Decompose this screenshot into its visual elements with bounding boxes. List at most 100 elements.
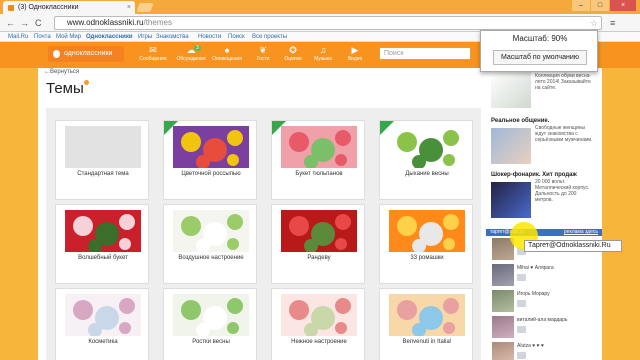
friend-item[interactable]: Mihai ♥ Алярага bbox=[492, 264, 598, 286]
theme-label: Волшебный букет bbox=[78, 255, 128, 261]
site-search-input[interactable]: Поиск bbox=[379, 47, 471, 60]
friend-name[interactable]: Игорь Морару bbox=[517, 291, 550, 297]
window-controls: – □ × bbox=[572, 0, 636, 11]
avatar[interactable] bbox=[492, 264, 514, 286]
friend-item[interactable]: виталий-ала мардарь bbox=[492, 316, 598, 338]
friend-item[interactable]: Alutza ♥ ♥ ♥ bbox=[492, 342, 598, 360]
theme-preview-image bbox=[281, 294, 357, 336]
theme-label: Ростки весны bbox=[192, 339, 230, 345]
nav-label: Музыка bbox=[314, 56, 332, 62]
portal-link[interactable]: Почта bbox=[34, 34, 51, 40]
theme-label: Цветочной россыпью bbox=[181, 171, 241, 177]
theme-label: Рандеву bbox=[307, 255, 331, 261]
ad-text: 20 000 вольт. Металлический корпус. Даль… bbox=[535, 179, 590, 203]
theme-card[interactable]: Косметика bbox=[55, 288, 149, 360]
theme-label: Косметика bbox=[88, 339, 118, 345]
friend-item[interactable]: Игорь Морару bbox=[492, 290, 598, 312]
ad-block[interactable]: Реальное общение. Свободные женщины ждут … bbox=[491, 118, 595, 143]
right-column: таргет@mail.ru реклама здесь Коллекция о… bbox=[486, 68, 602, 360]
theme-preview-image bbox=[173, 294, 249, 336]
ad-title: Шокер-фонарик. Хит продаж bbox=[491, 172, 577, 178]
portal-link[interactable]: Одноклассники bbox=[86, 34, 133, 40]
nav-label: Оповещения bbox=[212, 56, 242, 62]
message-icon[interactable] bbox=[517, 326, 526, 333]
ok-favicon-icon bbox=[8, 4, 14, 11]
ad-text: Коллекция обуви весна-лето 2014! Заказыв… bbox=[535, 73, 592, 91]
theme-card[interactable]: Дыхание весны bbox=[379, 120, 473, 200]
nav-notifications[interactable]: ♠ Оповещения bbox=[212, 45, 242, 62]
ad-footer-right[interactable]: реклама здесь bbox=[564, 229, 598, 236]
portal-link[interactable]: Все проекты bbox=[252, 34, 287, 40]
avatar[interactable] bbox=[492, 290, 514, 312]
forward-button[interactable]: → bbox=[20, 18, 29, 28]
maximize-button[interactable]: □ bbox=[591, 0, 609, 11]
portal-link[interactable]: Мой Мир bbox=[56, 34, 81, 40]
nav-discussions[interactable]: ☁ 3 Обсуждения bbox=[176, 45, 206, 62]
back-button[interactable]: ← bbox=[6, 18, 15, 28]
tab-close-icon[interactable]: × bbox=[127, 4, 131, 11]
theme-card[interactable]: Нежное настроение bbox=[271, 288, 365, 360]
theme-card[interactable]: Стандартная тема bbox=[55, 120, 149, 200]
minimize-button[interactable]: – bbox=[572, 0, 590, 11]
title-dot-icon bbox=[84, 80, 89, 85]
theme-card[interactable]: Цветочной россыпью bbox=[163, 120, 257, 200]
page-title: Темы bbox=[46, 80, 84, 97]
reset-zoom-button[interactable]: Масштаб по умолчанию bbox=[493, 50, 587, 65]
nav-music[interactable]: ♫ Музыка bbox=[308, 45, 338, 62]
zoom-popup: Масштаб: 90% Масштаб по умолчанию bbox=[480, 30, 598, 72]
new-ribbon-icon bbox=[164, 121, 178, 135]
portal-link[interactable]: Mail.Ru bbox=[8, 34, 28, 40]
reload-button[interactable]: C bbox=[35, 18, 42, 28]
portal-link[interactable]: Поиск bbox=[228, 34, 245, 40]
url-host: www.odnoklassniki.ru bbox=[67, 18, 144, 27]
friend-name[interactable]: виталий-ала мардарь bbox=[517, 317, 567, 323]
nav-video[interactable]: ▶ Видео bbox=[340, 45, 370, 62]
portal-link[interactable]: Новости bbox=[198, 34, 221, 40]
theme-card[interactable]: Воздушное настроение bbox=[163, 204, 257, 284]
theme-card[interactable]: Волшебный букет bbox=[55, 204, 149, 284]
back-link[interactable]: ←Вернуться bbox=[44, 69, 79, 75]
portal-link[interactable]: Игры bbox=[138, 34, 152, 40]
nav-label: Видео bbox=[347, 56, 363, 62]
portal-link[interactable]: Знакомства bbox=[156, 34, 189, 40]
bookmark-star-icon[interactable]: ☆ bbox=[590, 17, 598, 29]
new-ribbon-icon bbox=[380, 121, 394, 135]
theme-preview-image bbox=[389, 210, 465, 252]
nav-guests[interactable]: ❦ Гости bbox=[248, 45, 278, 62]
message-icon[interactable] bbox=[517, 274, 526, 281]
theme-card[interactable]: 33 ромашки bbox=[379, 204, 473, 284]
friend-name[interactable]: Mihai ♥ Алярага bbox=[517, 265, 554, 271]
theme-label: Стандартная тема bbox=[77, 171, 129, 177]
theme-card[interactable]: Рандеву bbox=[271, 204, 365, 284]
theme-card[interactable]: Букет тюльпанов bbox=[271, 120, 365, 200]
address-bar[interactable]: www.odnoklassniki.ru/themes ☆ bbox=[54, 16, 602, 30]
theme-label: Букет тюльпанов bbox=[295, 171, 343, 177]
theme-preview-image bbox=[281, 126, 357, 168]
ad-block[interactable]: Коллекция обуви весна-лето 2014! Заказыв… bbox=[491, 72, 595, 91]
theme-label: 33 ромашки bbox=[410, 255, 444, 261]
ok-logo[interactable]: одноклассники bbox=[48, 46, 124, 62]
footprints-icon: ❦ bbox=[259, 45, 267, 55]
nav-messages[interactable]: ✉ Сообщения bbox=[138, 45, 168, 62]
friend-name[interactable]: Alutza ♥ ♥ ♥ bbox=[517, 343, 544, 349]
browser-tab[interactable]: (3) Одноклассники × bbox=[3, 1, 135, 14]
new-tab-button[interactable] bbox=[136, 3, 154, 12]
nav-label: Обсуждения bbox=[176, 56, 206, 62]
avatar[interactable] bbox=[492, 342, 514, 360]
bell-icon: ♠ bbox=[224, 45, 230, 55]
theme-label: Benvenuti in Italia! bbox=[402, 339, 452, 345]
avatar[interactable] bbox=[492, 316, 514, 338]
browser-menu-icon[interactable]: ≡ bbox=[610, 18, 615, 28]
ad-footer: таргет@mail.ru реклама здесь bbox=[486, 229, 602, 236]
tab-strip: (3) Одноклассники × – □ × bbox=[0, 0, 640, 14]
close-window-button[interactable]: × bbox=[610, 0, 636, 11]
theme-card[interactable]: Ростки весны bbox=[163, 288, 257, 360]
ad-block[interactable]: Шокер-фонарик. Хит продаж 20 000 вольт. М… bbox=[491, 172, 595, 203]
main-content: ←Вернуться Темы Стандартная тема Цветочно… bbox=[38, 68, 486, 360]
theme-card[interactable]: Benvenuti in Italia! bbox=[379, 288, 473, 360]
message-icon[interactable] bbox=[517, 300, 526, 307]
nav-ratings[interactable]: ✪ Оценки bbox=[278, 45, 308, 62]
message-icon[interactable] bbox=[517, 352, 526, 359]
video-icon: ▶ bbox=[351, 45, 359, 55]
discussions-badge: 3 bbox=[194, 45, 201, 51]
